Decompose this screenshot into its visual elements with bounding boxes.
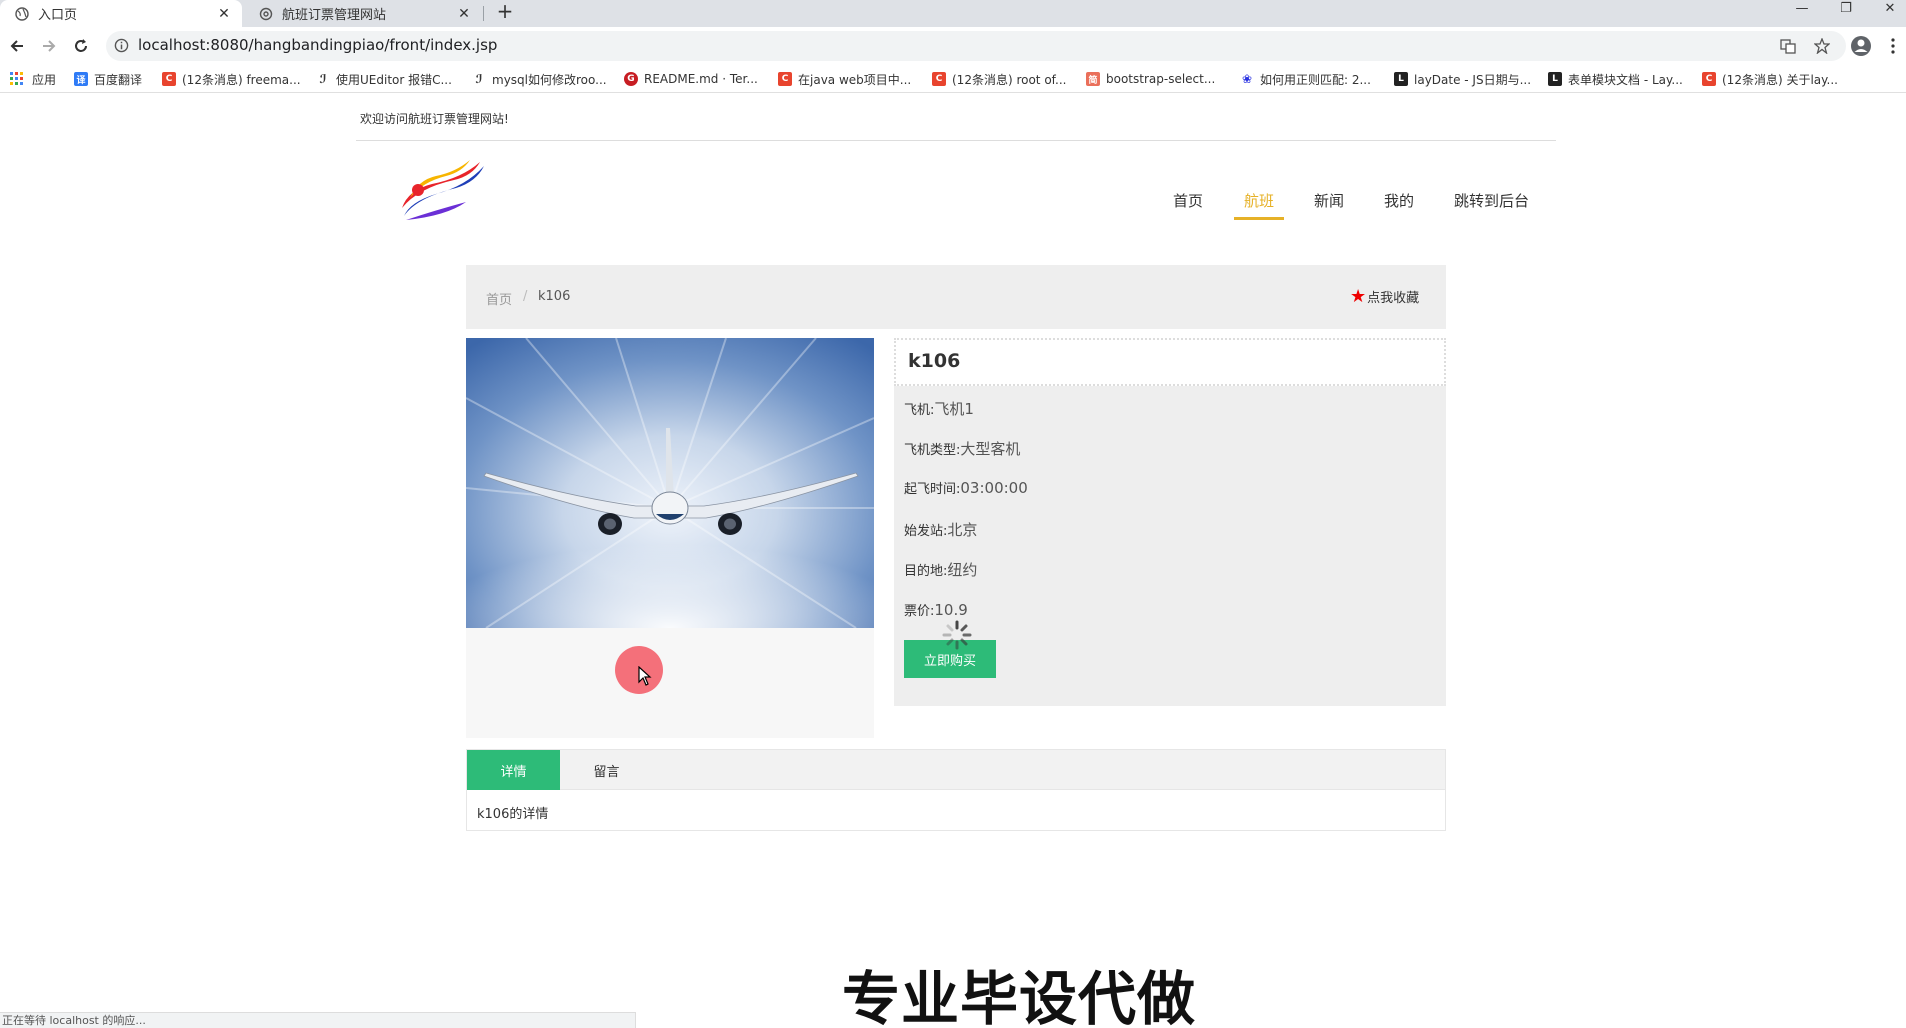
profile-avatar-icon[interactable] xyxy=(1850,35,1872,57)
breadcrumb-separator: / xyxy=(523,289,528,304)
field-departure-time: 起飞时间:03:00:00 xyxy=(904,479,1028,497)
breadcrumb-current: k106 xyxy=(538,289,571,304)
tab-close-icon[interactable]: ✕ xyxy=(216,6,232,22)
address-bar[interactable]: localhost:8080/hangbandingpiao/front/ind… xyxy=(106,31,1846,61)
translate-icon[interactable] xyxy=(1780,38,1798,56)
favorite-button[interactable]: ★ 点我收藏 xyxy=(1350,287,1419,306)
back-arrow-icon[interactable] xyxy=(6,35,28,57)
star-icon: ★ xyxy=(1350,285,1367,307)
bookmark-item[interactable]: 译百度翻译 xyxy=(74,71,142,87)
nav-home[interactable]: 首页 xyxy=(1173,190,1203,211)
bookmark-item[interactable]: C (12条消息) 关于lay... xyxy=(1702,71,1838,87)
menu-kebab-icon[interactable] xyxy=(1882,35,1904,57)
loading-spinner-icon xyxy=(942,620,972,654)
settings-gear-icon xyxy=(258,6,274,22)
field-value: 纽约 xyxy=(947,561,978,579)
bookmark-item[interactable]: ℐ 使用UEditor 报错C... xyxy=(316,71,452,87)
bookmark-item[interactable]: ℐmysql如何修改roo... xyxy=(472,71,606,87)
bookmark-item[interactable]: C (12条消息) freema... xyxy=(162,71,301,87)
browser-status-bar: 正在等待 localhost 的响应... xyxy=(0,1012,636,1028)
restore-window-icon[interactable]: ❐ xyxy=(1826,0,1866,20)
cnblogs-icon: ℐ xyxy=(475,72,483,86)
bookmark-item[interactable]: LlayDate - JS日期与... xyxy=(1394,71,1531,87)
url-text[interactable]: localhost:8080/hangbandingpiao/front/ind… xyxy=(138,36,497,54)
field-price: 票价:10.9 xyxy=(904,601,968,619)
nav-admin[interactable]: 跳转到后台 xyxy=(1454,190,1529,211)
browser-tab-active[interactable]: 入口页 ✕ xyxy=(0,0,242,27)
bookmark-item[interactable]: G README.md · Ter... xyxy=(624,71,758,87)
nav-news[interactable]: 新闻 xyxy=(1314,190,1344,211)
bookmark-item[interactable]: L 表单模块文档 - Lay... xyxy=(1548,71,1683,87)
bookmark-item[interactable]: ❀ 如何用正则匹配: 2... xyxy=(1240,71,1371,87)
bookmarks-bar: 应用 译百度翻译 C (12条消息) freema... ℐ 使用UEditor 报… xyxy=(0,65,1906,93)
bookmark-item[interactable]: 简 bootstrap-select... xyxy=(1086,71,1215,87)
header-divider xyxy=(356,140,1556,141)
nav-active-indicator xyxy=(1234,217,1284,220)
tab-header: 详情 留言 xyxy=(467,750,1445,790)
flight-title: k106 xyxy=(908,350,961,372)
breadcrumb-home[interactable]: 首页 xyxy=(486,289,512,308)
jianshu-icon: 简 xyxy=(1086,72,1100,86)
bookmark-star-icon[interactable] xyxy=(1813,37,1832,56)
layui-icon: L xyxy=(1548,72,1562,86)
baidu-translate-icon: 译 xyxy=(74,72,88,86)
field-value: 大型客机 xyxy=(960,440,1021,458)
detail-tabs: 详情 留言 k106的详情 xyxy=(466,749,1446,831)
tab-content: k106的详情 xyxy=(477,807,549,822)
csdn-icon: C xyxy=(932,72,946,86)
tab-title: 入口页 xyxy=(38,8,78,23)
gitee-icon: G xyxy=(624,72,638,86)
field-value: 03:00:00 xyxy=(960,479,1028,497)
csdn-icon: C xyxy=(1702,72,1716,86)
site-info-icon[interactable] xyxy=(114,38,129,57)
bookmark-item[interactable]: C 在java web项目中... xyxy=(778,71,911,87)
field-origin: 始发站:北京 xyxy=(904,521,978,539)
baidu-paw-icon: ❀ xyxy=(1241,72,1253,86)
browser-tab-inactive[interactable]: 航班订票管理网站 ✕ xyxy=(244,0,482,27)
field-value: 北京 xyxy=(947,521,978,539)
csdn-icon: C xyxy=(778,72,792,86)
site-logo[interactable] xyxy=(396,158,486,228)
flight-info-panel: k106 飞机:飞机1 飞机类型:大型客机 起飞时间:03:00:00 始发站:… xyxy=(894,338,1446,706)
browser-tab-strip: 入口页 ✕ 航班订票管理网站 ✕ + — ❐ ✕ xyxy=(0,0,1906,27)
video-watermark: 专业毕设代做 xyxy=(842,965,1197,1028)
minimize-icon[interactable]: — xyxy=(1782,0,1822,20)
bookmark-item[interactable]: C (12条消息) root of... xyxy=(932,71,1066,87)
nav-flights[interactable]: 航班 xyxy=(1244,190,1274,211)
breadcrumb: 首页 / k106 ★ 点我收藏 xyxy=(466,265,1446,329)
tab-divider xyxy=(483,6,484,21)
mouse-cursor-icon xyxy=(638,665,652,690)
tab-details[interactable]: 详情 xyxy=(467,750,560,790)
cnblogs-icon: ℐ xyxy=(319,72,327,86)
layui-icon: L xyxy=(1394,72,1408,86)
tab-title: 航班订票管理网站 xyxy=(282,8,387,23)
tab-comments[interactable]: 留言 xyxy=(560,750,653,790)
field-plane: 飞机:飞机1 xyxy=(904,400,974,418)
flight-title-box: k106 xyxy=(894,338,1446,386)
browser-toolbar: localhost:8080/hangbandingpiao/front/ind… xyxy=(0,27,1906,65)
new-tab-plus-icon[interactable]: + xyxy=(494,1,516,23)
bookmark-apps[interactable]: 应用 xyxy=(10,71,56,87)
nav-mine[interactable]: 我的 xyxy=(1384,190,1414,211)
field-value: 10.9 xyxy=(934,601,968,619)
field-value: 飞机1 xyxy=(934,400,974,418)
favorite-label: 点我收藏 xyxy=(1367,291,1420,306)
tab-close-icon[interactable]: ✕ xyxy=(456,6,472,22)
forward-arrow-icon[interactable] xyxy=(38,35,60,57)
field-plane-type: 飞机类型:大型客机 xyxy=(904,440,1021,458)
globe-icon xyxy=(14,6,30,22)
flight-image-panel xyxy=(466,338,874,738)
csdn-icon: C xyxy=(162,72,176,86)
apps-grid-icon xyxy=(10,72,24,86)
airplane-photo[interactable] xyxy=(466,338,874,628)
close-window-icon[interactable]: ✕ xyxy=(1870,0,1906,20)
welcome-text: 欢迎访问航班订票管理网站! xyxy=(360,112,509,126)
reload-icon[interactable] xyxy=(70,35,92,57)
field-destination: 目的地:纽约 xyxy=(904,561,978,579)
